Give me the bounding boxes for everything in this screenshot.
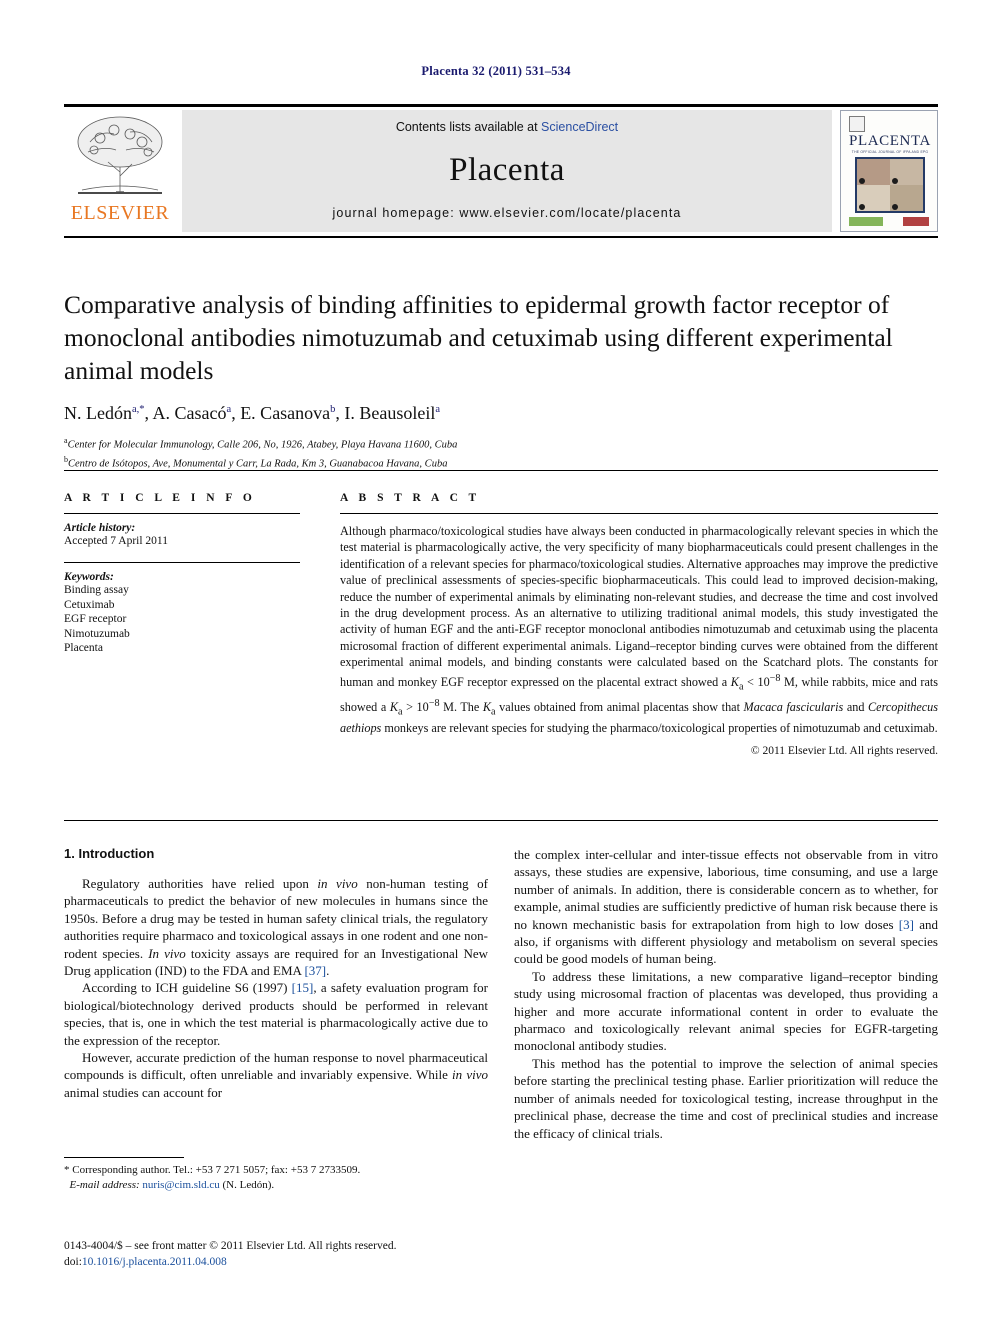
article-info-section: A R T I C L E I N F O Article history: A… [64, 492, 300, 656]
email-line: E-mail address: nuris@cim.sld.cu (N. Led… [64, 1178, 488, 1193]
header-bottom-rule [64, 236, 938, 238]
journal-homepage[interactable]: journal homepage: www.elsevier.com/locat… [182, 206, 832, 220]
section-heading-introduction: 1. Introduction [64, 846, 155, 861]
article-info-heading: A R T I C L E I N F O [64, 492, 256, 504]
abstract-text: Although pharmaco/toxicological studies … [340, 524, 938, 736]
keyword-item: Nimotuzumab [64, 627, 130, 640]
cover-title: PLACENTA [849, 133, 931, 149]
footnote-rule [64, 1157, 184, 1158]
journal-cover-thumbnail: PLACENTA THE OFFICIAL JOURNAL OF IFPA AN… [840, 110, 938, 232]
affiliation-text-b: Centro de Isótopos, Ave, Monumental y Ca… [68, 458, 448, 469]
running-head: Placenta 32 (2011) 531–534 [421, 64, 571, 78]
intro-paragraph: However, accurate prediction of the huma… [64, 1050, 488, 1100]
email-suffix: (N. Ledón). [222, 1179, 275, 1191]
keywords-label: Keywords: [64, 571, 114, 583]
email-label: E-mail address: [69, 1179, 140, 1191]
corresponding-author-footnote: * Corresponding author. Tel.: +53 7 271 … [64, 1163, 488, 1193]
title-bottom-rule [64, 470, 938, 471]
keywords-rule [64, 562, 300, 563]
contents-band: Contents lists available at ScienceDirec… [182, 110, 832, 232]
header-top-rule [64, 104, 938, 107]
contents-available-line: Contents lists available at ScienceDirec… [182, 120, 832, 134]
journal-title: Placenta [449, 152, 565, 188]
cover-footer-badge-left [849, 217, 883, 226]
doi-line: doi:10.1016/j.placenta.2011.04.008 [64, 1254, 564, 1270]
elsevier-logo: ELSEVIER [64, 110, 176, 232]
elsevier-wordmark: ELSEVIER [70, 202, 170, 224]
abstract-bottom-rule [64, 820, 938, 821]
affiliation-a: aCenter for Molecular Immunology, Calle … [64, 434, 938, 453]
elsevier-tree-icon [77, 116, 163, 194]
abstract-section: A B S T R A C T Although pharmaco/toxico… [340, 492, 938, 757]
keyword-item: Placenta [64, 642, 103, 654]
keyword-item: EGF receptor [64, 613, 127, 625]
issn-line: 0143-4004/$ – see front matter © 2011 El… [64, 1240, 397, 1252]
intro-paragraph: To address these limitations, a new comp… [514, 968, 938, 1054]
cover-footer-badge-right [903, 217, 929, 226]
sciencedirect-link[interactable]: ScienceDirect [541, 120, 618, 134]
intro-paragraph: Regulatory authorities have relied upon … [64, 876, 488, 979]
abstract-copyright: © 2011 Elsevier Ltd. All rights reserved… [750, 744, 938, 757]
cover-elsevier-mark-icon [849, 116, 865, 132]
affiliation-text-a: Center for Molecular Immunology, Calle 2… [67, 439, 458, 451]
keyword-item: Binding assay [64, 584, 129, 596]
abstract-rule [340, 513, 938, 514]
intro-left-column: 1. Introduction Regulatory authorities h… [64, 846, 488, 1101]
cover-subtitle: THE OFFICIAL JOURNAL OF IFPA AND EPG [851, 150, 929, 154]
intro-paragraph: the complex inter-cellular and inter-tis… [514, 847, 938, 967]
contents-prefix: Contents lists available at [395, 120, 542, 134]
journal-header-band: ELSEVIER Contents lists available at Sci… [64, 110, 938, 232]
page-footer: 0143-4004/$ – see front matter © 2011 El… [64, 1238, 564, 1270]
intro-paragraph: This method has the potential to improve… [514, 1055, 938, 1141]
doi-label: doi: [64, 1256, 82, 1268]
article-history-label: Article history: [64, 522, 136, 534]
intro-right-column: the complex inter-cellular and inter-tis… [514, 846, 938, 1142]
author-list: N. Ledóna,*, A. Casacóa, E. Casanovab, I… [64, 403, 441, 423]
article-info-rule [64, 513, 300, 514]
paper-page: Placenta 32 (2011) 531–534 ELSEVIER Cont… [0, 0, 992, 1323]
title-block: Comparative analysis of binding affiniti… [64, 288, 938, 471]
email-link[interactable]: nuris@cim.sld.cu [142, 1179, 219, 1191]
keyword-item: Cetuximab [64, 598, 115, 611]
page-title: Comparative analysis of binding affiniti… [64, 290, 893, 385]
affiliation-list: aCenter for Molecular Immunology, Calle … [64, 434, 938, 471]
article-history-value: Accepted 7 April 2011 [64, 535, 169, 547]
intro-paragraph: According to ICH guideline S6 (1997) [15… [64, 980, 488, 1048]
doi-link[interactable]: 10.1016/j.placenta.2011.04.008 [82, 1256, 227, 1268]
affiliation-b: bCentro de Isótopos, Ave, Monumental y C… [64, 453, 938, 472]
abstract-heading: A B S T R A C T [340, 492, 481, 504]
cover-histology-image [855, 157, 925, 213]
corresponding-author-line: * Corresponding author. Tel.: +53 7 271 … [64, 1164, 361, 1176]
